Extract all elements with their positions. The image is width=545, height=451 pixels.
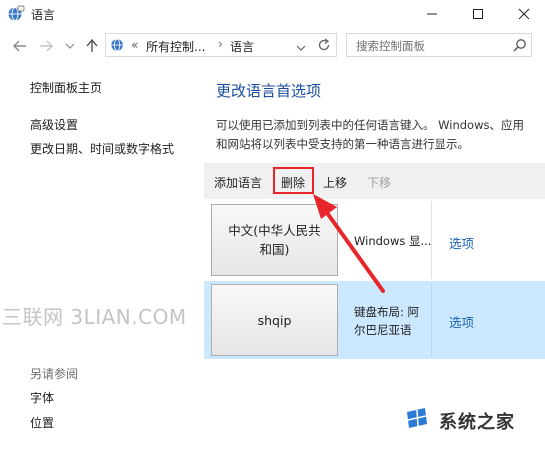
search-placeholder: 搜索控制面板 — [356, 39, 425, 53]
add-language-button[interactable]: 添加语言 — [214, 174, 262, 191]
page-title: 更改语言首选项 — [216, 82, 322, 100]
page-description: 可以使用已添加到列表中的任何语言键入。 Windows、应用和网站将以列表中受支… — [216, 118, 524, 151]
address-dropdown-chevron-icon[interactable] — [296, 41, 306, 55]
language-info-line-2: 尔巴尼亚语 — [354, 323, 412, 337]
address-location-icon — [110, 37, 126, 56]
minimize-button[interactable] — [412, 0, 452, 27]
search-box[interactable]: 搜索控制面板 — [346, 33, 532, 57]
recent-locations-chevron-icon[interactable] — [62, 38, 78, 54]
forward-arrow-icon[interactable] — [38, 38, 54, 54]
watermark-text: 三联网 3LIAN.COM — [2, 305, 187, 329]
language-info: 键盘布局: 阿 尔巴尼亚语 — [354, 303, 419, 339]
address-overflow-marker[interactable]: « — [131, 38, 138, 52]
move-up-button[interactable]: 上移 — [323, 174, 347, 191]
address-separator[interactable]: › — [218, 37, 223, 51]
move-down-button[interactable]: 下移 — [367, 174, 391, 191]
language-info: Windows 显... — [354, 234, 432, 248]
address-segment-language[interactable]: 语言 — [230, 38, 254, 55]
address-bar[interactable]: « 所有控制... › 语言 — [105, 33, 337, 57]
advanced-settings-link[interactable]: 高级设置 — [30, 116, 78, 133]
language-name-tile[interactable]: 中文(中华人民共 和国) — [211, 204, 338, 276]
see-also-heading: 另请参阅 — [30, 367, 79, 381]
language-row-chinese[interactable]: 中文(中华人民共 和国) Windows 显... 选项 — [204, 199, 545, 281]
remove-language-button[interactable]: 删除 — [281, 174, 305, 191]
language-app-icon — [7, 5, 25, 23]
address-segment-control-panel[interactable]: 所有控制... — [146, 38, 205, 55]
language-name-line-2: 和国) — [259, 242, 290, 257]
column-divider — [431, 283, 432, 357]
control-panel-home-link[interactable]: 控制面板主页 — [30, 79, 102, 96]
location-link[interactable]: 位置 — [30, 414, 54, 431]
options-link[interactable]: 选项 — [449, 312, 474, 331]
search-icon[interactable] — [513, 38, 527, 55]
options-link[interactable]: 选项 — [449, 233, 474, 252]
language-name-tile[interactable]: shqip — [211, 284, 338, 356]
up-arrow-icon[interactable] — [84, 38, 100, 54]
language-info-line-1: 键盘布局: 阿 — [354, 305, 420, 319]
column-divider — [431, 201, 432, 279]
refresh-icon[interactable] — [317, 38, 331, 55]
maximize-button[interactable] — [458, 0, 498, 27]
back-arrow-icon[interactable] — [12, 38, 28, 54]
brand-name: 系统之家 — [439, 412, 515, 433]
change-date-time-format-link[interactable]: 更改日期、时间或数字格式 — [30, 140, 174, 157]
close-button[interactable] — [504, 0, 544, 27]
language-row-shqip[interactable]: shqip 键盘布局: 阿 尔巴尼亚语 选项 — [204, 281, 545, 359]
language-name-line-1: 中文(中华人民共 — [228, 223, 321, 238]
brand-logo-icon — [379, 408, 427, 433]
window-title: 语言 — [31, 8, 56, 22]
brand-watermark: 系统之家 — [377, 398, 545, 448]
fonts-link[interactable]: 字体 — [30, 389, 54, 406]
